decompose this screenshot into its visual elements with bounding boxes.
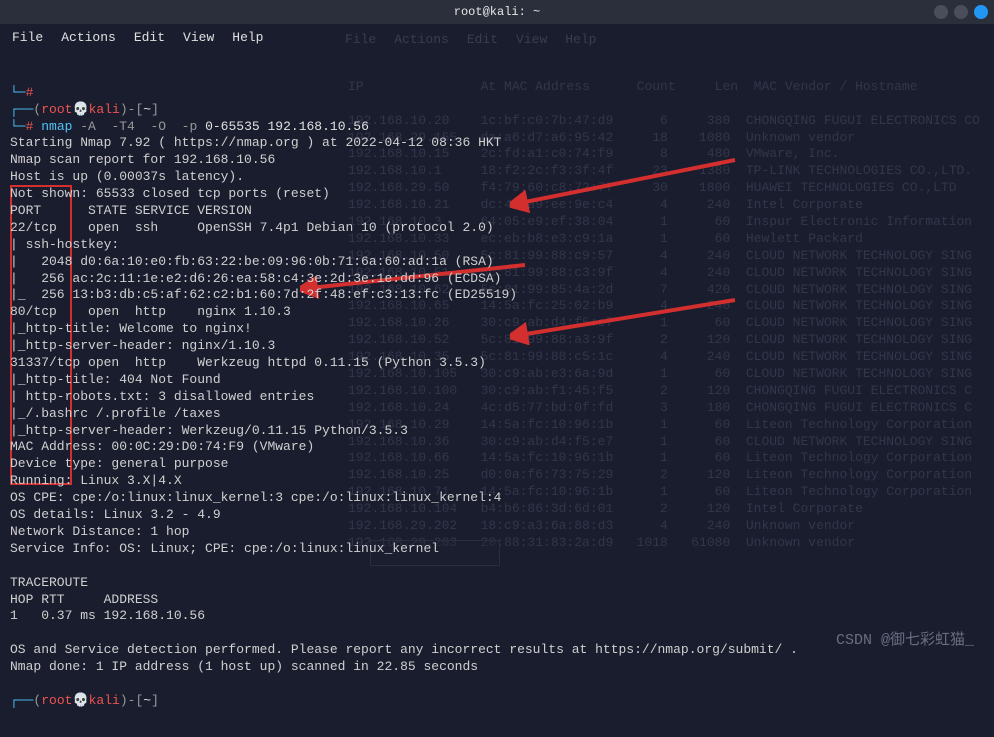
- output-line: TRACEROUTE: [10, 575, 88, 590]
- prompt-user: root: [41, 102, 72, 117]
- menu-edit[interactable]: Edit: [134, 30, 165, 45]
- output-line: Service Info: OS: Linux; CPE: cpe:/o:lin…: [10, 541, 439, 556]
- output-line: PORT STATE SERVICE VERSION: [10, 203, 252, 218]
- output-line: Running: Linux 3.X|4.X: [10, 473, 182, 488]
- output-line: Nmap scan report for 192.168.10.56: [10, 152, 275, 167]
- menu-file[interactable]: File: [12, 30, 43, 45]
- output-line: Not shown: 65533 closed tcp ports (reset…: [10, 186, 330, 201]
- window-controls: [934, 5, 988, 19]
- ghost-menubar: File Actions Edit View Help: [345, 32, 596, 47]
- output-line: |_http-server-header: nginx/1.10.3: [10, 338, 275, 353]
- output-line: OS CPE: cpe:/o:linux:linux_kernel:3 cpe:…: [10, 490, 501, 505]
- close-icon[interactable]: [974, 5, 988, 19]
- minimize-icon[interactable]: [934, 5, 948, 19]
- output-line: |_http-title: 404 Not Found: [10, 372, 221, 387]
- output-line: | 256 ac:2c:11:1e:e2:d6:26:ea:58:c4:3e:2…: [10, 271, 501, 286]
- prompt-path: ~: [143, 102, 151, 117]
- prompt-host: kali: [89, 102, 120, 117]
- menu-view[interactable]: View: [183, 30, 214, 45]
- output-line: 22/tcp open ssh OpenSSH 7.4p1 Debian 10 …: [10, 220, 494, 235]
- titlebar: root@kali: ~: [0, 0, 994, 24]
- output-line: | http-robots.txt: 3 disallowed entries: [10, 389, 322, 404]
- maximize-icon[interactable]: [954, 5, 968, 19]
- output-line: 31337/tcp open http Werkzeug httpd 0.11.…: [10, 355, 486, 370]
- output-line: OS and Service detection performed. Plea…: [10, 642, 798, 657]
- output-line: MAC Address: 00:0C:29:D0:74:F9 (VMware): [10, 439, 314, 454]
- ghost-menu-help: Help: [565, 32, 596, 47]
- output-line: | 2048 d0:6a:10:e0:fb:63:22:be:09:96:0b:…: [10, 254, 494, 269]
- prompt-hash: #: [26, 85, 34, 100]
- output-line: OS details: Linux 3.2 - 4.9: [10, 507, 221, 522]
- output-line: HOP RTT ADDRESS: [10, 592, 158, 607]
- output-line: |_http-server-header: Werkzeug/0.11.15 P…: [10, 423, 408, 438]
- output-line: Network Distance: 1 hop: [10, 524, 189, 539]
- output-line: Host is up (0.00037s latency).: [10, 169, 244, 184]
- menu-actions[interactable]: Actions: [61, 30, 116, 45]
- output-line: Device type: general purpose: [10, 456, 228, 471]
- command-args: 0-65535 192.168.10.56: [197, 119, 369, 134]
- output-line: 80/tcp open http nginx 1.10.3: [10, 304, 291, 319]
- output-line: |_http-title: Welcome to nginx!: [10, 321, 252, 336]
- ghost-menu-view: View: [516, 32, 547, 47]
- terminal[interactable]: └─# ┌──(root💀kali)-[~] └─# nmap -A -T4 -…: [0, 51, 994, 737]
- output-line: |_/.bashrc /.profile /taxes: [10, 406, 221, 421]
- command-flags: -A -T4 -O -p: [72, 119, 197, 134]
- output-line: Nmap done: 1 IP address (1 host up) scan…: [10, 659, 478, 674]
- output-line: Starting Nmap 7.92 ( https://nmap.org ) …: [10, 135, 501, 150]
- output-line: | ssh-hostkey:: [10, 237, 127, 252]
- ghost-menu-edit: Edit: [467, 32, 498, 47]
- output-line: |_ 256 13:b3:db:c5:af:62:c2:b1:60:7d:2f:…: [10, 287, 517, 302]
- ghost-menu-file: File: [345, 32, 376, 47]
- output-line: 1 0.37 ms 192.168.10.56: [10, 608, 205, 623]
- command-nmap: nmap: [41, 119, 72, 134]
- window-title: root@kali: ~: [454, 5, 540, 19]
- menu-help[interactable]: Help: [232, 30, 263, 45]
- ghost-menu-actions: Actions: [394, 32, 449, 47]
